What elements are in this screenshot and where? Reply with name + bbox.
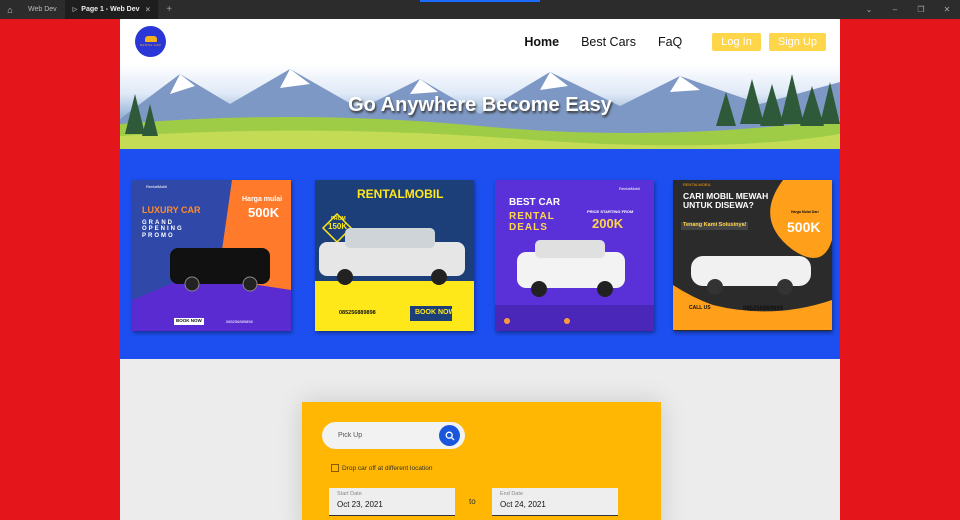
logo[interactable]: RENTAL CAR [135,26,166,57]
promo-card-luxury[interactable]: RentalMobil LUXURY CAR GRAND OPENING PRO… [132,180,291,331]
progress-fill [420,0,540,2]
card-sub: Tenang Kami Solusinya! [681,222,749,230]
card-cta: BOOK NOW [415,309,456,316]
card-price: 150K [328,222,348,231]
card-phone: 085256889898 [339,310,376,316]
tab-label: Web Dev [28,6,57,13]
card-phone: 085256889898 [226,319,253,324]
tab-label: Page 1 - Web Dev [81,6,140,13]
card-brand: RentalMobil [619,186,641,191]
hero-banner: Go Anywhere Become Easy [120,64,840,149]
end-date-value: Oct 24, 2021 [500,500,546,509]
card-price: 500K [248,205,280,220]
window-controls: ⌄ – ❐ ✕ [856,5,960,14]
end-date-field[interactable]: End Date Oct 24, 2021 [492,488,618,516]
dropoff-checkbox[interactable] [331,464,339,472]
nav-faq[interactable]: FaQ [658,35,682,49]
login-button[interactable]: Log In [712,32,761,51]
search-button[interactable] [439,425,460,446]
hero-title: Go Anywhere Become Easy [348,94,612,116]
to-label: to [469,497,476,506]
pickup-input[interactable] [338,432,434,439]
nav-links: Home Best Cars FaQ Log In Sign Up [524,32,826,51]
logo-text: RENTAL CAR [140,43,161,47]
card-cta: CALL US [689,305,711,311]
card-sub: RENTAL DEALS [509,211,555,233]
promo-band: RentalMobil LUXURY CAR GRAND OPENING PRO… [120,149,840,359]
card-phone: 085256889898 [743,306,784,312]
card-headline: RENTALMOBIL [357,187,444,201]
booking-form: Drop car off at different location Start… [302,402,661,520]
promo-card-best-car[interactable]: RentalMobil BEST CAR RENTAL DEALS PRICE … [495,180,654,331]
window-titlebar: ⌂ Web Dev ▷ Page 1 - Web Dev × + ⌄ – ❐ ✕ [0,0,960,19]
search-icon [445,431,454,440]
card-brand: RentalMobil [146,184,168,189]
card-headline: LUXURY CAR [142,205,201,215]
card-brand: RENTALMOBIL [683,182,711,187]
new-tab-icon[interactable]: + [166,4,172,15]
navbar: RENTAL CAR Home Best Cars FaQ Log In Sig… [120,19,840,64]
chevron-down-icon[interactable]: ⌄ [856,5,882,14]
card-headline: BEST CAR [509,197,561,208]
dropoff-label: Drop car off at different location [342,464,433,472]
start-date-field[interactable]: Start Date Oct 23, 2021 [329,488,455,516]
tab-page-1[interactable]: ▷ Page 1 - Web Dev × [64,0,159,19]
card-cta: BOOK NOW [174,318,204,325]
promo-card-rental[interactable]: RENTALMOBIL FROM 150K BOOK NOW 085256889… [315,180,474,331]
dropoff-option: Drop car off at different location [331,464,432,472]
start-date-label: Start Date [337,491,362,497]
nav-home[interactable]: Home [524,35,559,49]
tab-web-dev[interactable]: Web Dev [20,0,65,19]
card-price-label: Harga mulai [242,196,283,203]
card-sub: GRAND OPENING PROMO [142,220,184,239]
start-date-value: Oct 23, 2021 [337,500,383,509]
end-date-label: End Date [500,491,523,497]
minimize-icon[interactable]: – [882,5,908,14]
card-headline: CARI MOBIL MEWAH UNTUK DISEWA? [683,191,769,210]
card-price: 200K [592,216,624,231]
car-icon [144,36,157,42]
nav-best-cars[interactable]: Best Cars [581,35,636,49]
card-price: 500K [787,219,821,235]
maximize-icon[interactable]: ❐ [908,5,934,14]
card-price-label: PRICE STARTING FROM [587,209,634,214]
close-icon[interactable]: × [146,5,151,14]
loading-progress [420,0,540,2]
card-price-label: Harga Mulai Dari [791,210,819,214]
home-icon[interactable]: ⌂ [0,5,20,15]
signup-button[interactable]: Sign Up [768,32,826,51]
play-icon: ▷ [72,7,78,13]
pickup-field [322,422,465,449]
close-window-icon[interactable]: ✕ [934,5,960,14]
promo-card-luxury-rent[interactable]: RENTALMOBIL CARI MOBIL MEWAH UNTUK DISEW… [673,180,832,331]
